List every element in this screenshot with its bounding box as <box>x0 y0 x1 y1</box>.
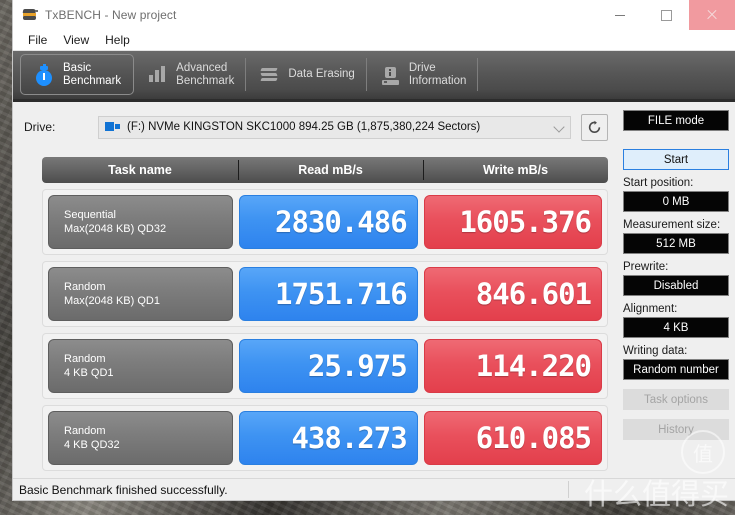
tab-basic-benchmark-label: Basic Benchmark <box>63 61 122 87</box>
drive-info-icon <box>379 63 401 87</box>
task-name-cell[interactable]: Random 4 KB QD1 <box>48 339 234 393</box>
table-row: Random Max(2048 KB) QD1 1751.716 846.601 <box>42 261 608 327</box>
read-value-cell: 25.975 <box>239 339 418 393</box>
screen: TxBENCH - New project File View Help Bas… <box>0 0 735 515</box>
task-name-line2: Max(2048 KB) QD32 <box>64 223 167 235</box>
drive-label: Drive: <box>24 120 56 134</box>
results-header-row: Task name Read mB/s Write mB/s <box>42 157 608 183</box>
txbench-icon <box>22 7 38 23</box>
status-divider <box>568 481 569 498</box>
menu-help[interactable]: Help <box>97 32 138 48</box>
measurement-size-value[interactable]: 512 MB <box>623 233 729 254</box>
task-name-line1: Random <box>64 425 106 437</box>
refresh-icon <box>588 120 601 133</box>
task-name-line2: Max(2048 KB) QD1 <box>64 295 160 307</box>
task-name-cell[interactable]: Random 4 KB QD32 <box>48 411 234 465</box>
bar-chart-icon <box>146 63 168 87</box>
task-name-line1: Random <box>64 281 106 293</box>
refresh-drive-button[interactable] <box>581 113 608 141</box>
start-position-label: Start position: <box>623 177 694 189</box>
tab-strip: Basic Benchmark Advanced Benchmark Data … <box>13 51 735 102</box>
task-name-cell[interactable]: Random Max(2048 KB) QD1 <box>48 267 234 321</box>
maximize-button[interactable] <box>643 0 689 30</box>
header-task-name: Task name <box>108 163 172 177</box>
alignment-label: Alignment: <box>623 303 678 315</box>
task-name-line1: Random <box>64 353 106 365</box>
task-name-line2: 4 KB QD32 <box>64 439 120 451</box>
status-message: Basic Benchmark finished successfully. <box>19 482 228 497</box>
tab-basic-benchmark[interactable]: Basic Benchmark <box>20 54 135 95</box>
file-mode-button[interactable]: FILE mode <box>623 110 729 131</box>
minimize-button[interactable] <box>597 0 643 30</box>
read-value-cell: 438.273 <box>239 411 418 465</box>
settings-panel: FILE mode Start Start position: 0 MB Mea… <box>623 110 729 440</box>
task-name-cell[interactable]: Sequential Max(2048 KB) QD32 <box>48 195 234 249</box>
menu-file[interactable]: File <box>20 32 55 48</box>
close-button[interactable] <box>689 0 735 30</box>
tab-advanced-benchmark[interactable]: Advanced Benchmark <box>134 54 247 95</box>
table-row: Random 4 KB QD32 438.273 610.085 <box>42 405 608 471</box>
writing-data-value[interactable]: Random number <box>623 359 729 380</box>
title-bar: TxBENCH - New project <box>13 0 735 30</box>
write-value-cell: 610.085 <box>423 411 603 465</box>
menu-view[interactable]: View <box>55 32 97 48</box>
read-value-cell: 2830.486 <box>239 195 418 249</box>
maximize-icon <box>660 9 672 21</box>
tab-data-erasing[interactable]: Data Erasing <box>246 54 367 95</box>
tab-drive-information[interactable]: Drive Information <box>367 54 479 95</box>
minimize-icon <box>615 14 625 16</box>
start-button[interactable]: Start <box>623 149 729 170</box>
window-controls <box>597 0 735 30</box>
task-name-line1: Sequential <box>64 209 116 221</box>
close-icon <box>706 9 718 21</box>
table-row: Random 4 KB QD1 25.975 114.220 <box>42 333 608 399</box>
tab-advanced-benchmark-label: Advanced Benchmark <box>176 61 235 87</box>
start-position-value[interactable]: 0 MB <box>623 191 729 212</box>
shredder-icon <box>258 63 280 87</box>
chevron-down-icon <box>553 120 565 133</box>
task-name-line2: 4 KB QD1 <box>64 367 114 379</box>
stopwatch-icon <box>33 63 55 87</box>
drive-selected-value: (F:) NVMe KINGSTON SKC1000 894.25 GB (1,… <box>127 121 481 133</box>
drive-icon <box>105 121 121 133</box>
drive-dropdown[interactable]: (F:) NVMe KINGSTON SKC1000 894.25 GB (1,… <box>98 115 571 139</box>
tab-data-erasing-label: Data Erasing <box>288 68 355 80</box>
measurement-size-label: Measurement size: <box>623 219 721 231</box>
alignment-value[interactable]: 4 KB <box>623 317 729 338</box>
status-bar: Basic Benchmark finished successfully. <box>13 478 735 500</box>
tab-drive-information-label: Drive Information <box>408 61 467 87</box>
write-value-cell: 846.601 <box>423 267 603 321</box>
results-table: Task name Read mB/s Write mB/s Sequentia… <box>42 157 608 471</box>
main-content: Drive: (F:) NVMe KINGSTON SKC1000 894.25… <box>13 102 735 500</box>
table-row: Sequential Max(2048 KB) QD32 2830.486 16… <box>42 189 608 255</box>
header-write: Write mB/s <box>423 157 608 183</box>
write-value-cell: 114.220 <box>423 339 603 393</box>
txbench-window: TxBENCH - New project File View Help Bas… <box>13 0 735 500</box>
menu-bar: File View Help <box>13 30 735 51</box>
read-value-cell: 1751.716 <box>239 267 418 321</box>
write-value-cell: 1605.376 <box>423 195 603 249</box>
header-read: Read mB/s <box>238 157 423 183</box>
task-options-button: Task options <box>623 389 729 410</box>
prewrite-value[interactable]: Disabled <box>623 275 729 296</box>
history-button: History <box>623 419 729 440</box>
writing-data-label: Writing data: <box>623 345 688 357</box>
prewrite-label: Prewrite: <box>623 261 669 273</box>
window-title: TxBENCH - New project <box>45 8 177 22</box>
